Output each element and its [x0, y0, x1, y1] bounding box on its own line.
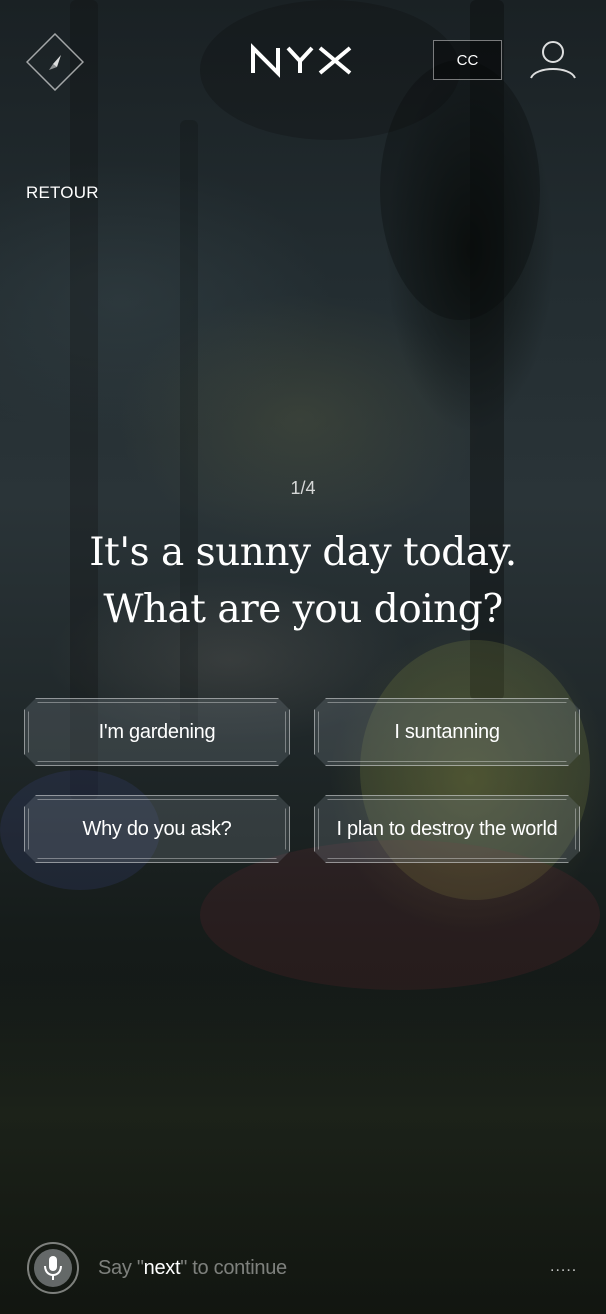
voice-keyword: next — [143, 1257, 181, 1279]
back-link[interactable]: RETOUR — [26, 183, 99, 203]
cc-label: CC — [456, 51, 479, 69]
tree-trunk — [180, 120, 198, 740]
question-line-1: It's a sunny day today. — [89, 530, 517, 575]
user-icon — [530, 41, 576, 79]
top-bar: CC — [0, 0, 606, 130]
more-dots[interactable]: ..... — [550, 1258, 577, 1276]
nyx-logo — [248, 40, 358, 80]
voice-hint: Say "next" to continue — [98, 1257, 287, 1279]
voice-bar: Say "next" to continue ..... — [0, 1236, 606, 1306]
answer-button-suntanning[interactable]: I suntanning — [314, 698, 580, 766]
compass-icon — [26, 33, 84, 91]
nyx-logo-mark — [251, 43, 352, 78]
question-counter: 1/4 — [290, 478, 316, 498]
microphone-button[interactable] — [27, 1242, 79, 1294]
answer-label: Why do you ask? — [82, 817, 232, 840]
closed-captions-button[interactable]: CC — [433, 40, 502, 80]
microphone-icon — [44, 1256, 62, 1280]
answer-button-gardening[interactable]: I'm gardening — [24, 698, 290, 766]
answer-button-why-ask[interactable]: Why do you ask? — [24, 795, 290, 863]
compass-button[interactable] — [26, 33, 84, 91]
question-text: It's a sunny day today. What are you doi… — [0, 524, 606, 638]
answer-button-destroy-world[interactable]: I plan to destroy the world — [314, 795, 580, 863]
answer-label: I plan to destroy the world — [336, 817, 558, 840]
question-line-2: What are you doing? — [103, 587, 503, 632]
answer-label: I suntanning — [394, 720, 500, 743]
answer-label: I'm gardening — [98, 720, 216, 743]
user-profile-button[interactable] — [528, 38, 578, 82]
